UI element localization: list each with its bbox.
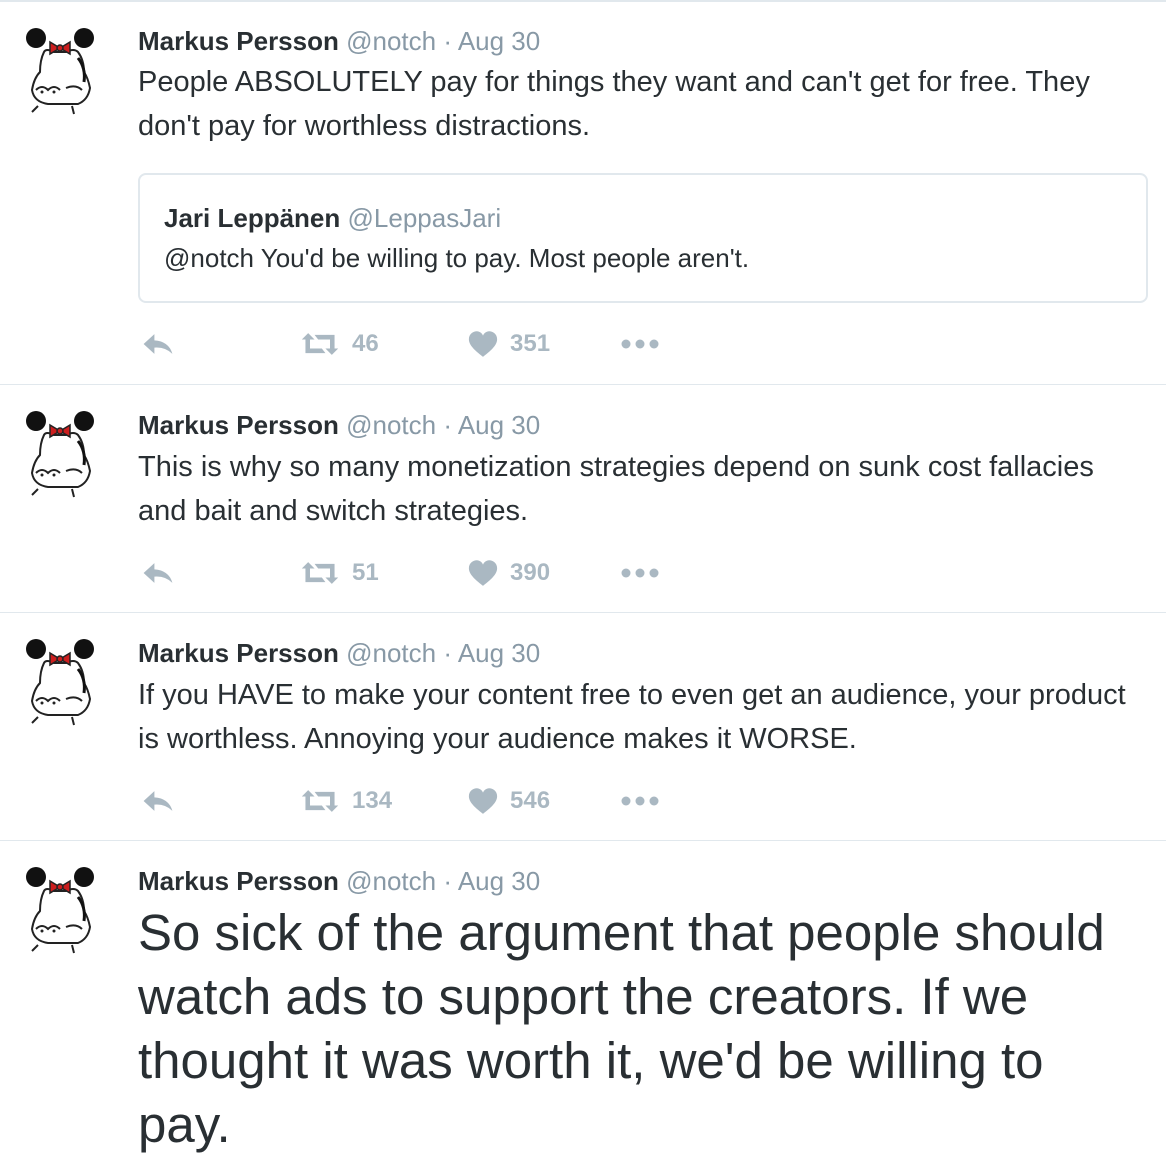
more-dots-icon [620, 566, 660, 580]
tweet-actions: 51 390 [138, 553, 738, 593]
quoted-author-name: Jari Leppänen [164, 203, 341, 233]
more-button[interactable] [620, 553, 660, 593]
tweet[interactable]: Markus Persson @notch · Aug 30 If you HA… [0, 613, 1166, 841]
author-name[interactable]: Markus Persson [138, 410, 339, 440]
like-button[interactable]: 390 [468, 553, 550, 593]
author-handle[interactable]: @notch [346, 410, 436, 440]
avatar-icon[interactable] [22, 405, 118, 501]
tweet-date[interactable]: Aug 30 [458, 638, 540, 668]
separator: · [443, 638, 453, 668]
more-button[interactable] [620, 781, 660, 821]
retweet-count: 46 [352, 330, 379, 357]
author-name[interactable]: Markus Persson [138, 26, 339, 56]
retweet-count: 134 [352, 787, 393, 814]
tweet-date[interactable]: Aug 30 [458, 866, 540, 896]
quoted-author-handle: @LeppasJari [347, 203, 502, 233]
like-count: 390 [510, 559, 551, 586]
tweet-header: Markus Persson @notch · Aug 30 [138, 638, 540, 668]
tweet-text: People ABSOLUTELY pay for things they wa… [138, 66, 1090, 142]
retweet-icon [300, 331, 340, 357]
heart-icon [468, 560, 498, 587]
retweet-button[interactable]: 51 [300, 553, 379, 593]
author-name[interactable]: Markus Persson [138, 638, 339, 668]
quoted-text: @notch You'd be willing to pay. Most peo… [164, 243, 750, 273]
avatar-icon[interactable] [22, 861, 118, 957]
retweet-button[interactable]: 134 [300, 781, 392, 821]
avatar-icon[interactable] [22, 22, 118, 118]
reply-button[interactable] [140, 324, 176, 364]
more-button[interactable] [620, 324, 660, 364]
author-handle[interactable]: @notch [346, 638, 436, 668]
heart-icon [468, 788, 498, 815]
retweet-icon [300, 560, 340, 586]
author-handle[interactable]: @notch [346, 26, 436, 56]
tweet[interactable]: Markus Persson @notch · Aug 30 So sick o… [0, 841, 1166, 1160]
tweet[interactable]: Markus Persson @notch · Aug 30 People AB… [0, 2, 1166, 385]
heart-icon [468, 331, 498, 358]
more-dots-icon [620, 337, 660, 351]
tweet-header: Markus Persson @notch · Aug 30 [138, 26, 540, 56]
quoted-tweet[interactable]: Jari Leppänen @LeppasJari @notch You'd b… [138, 173, 1148, 303]
reply-icon [140, 559, 176, 587]
tweet-actions: 134 546 [138, 781, 738, 821]
author-name[interactable]: Markus Persson [138, 866, 339, 896]
like-count: 351 [510, 330, 551, 357]
tweet[interactable]: Markus Persson @notch · Aug 30 This is w… [0, 385, 1166, 613]
retweet-button[interactable]: 46 [300, 324, 379, 364]
tweet-header: Markus Persson @notch · Aug 30 [138, 410, 540, 440]
separator: · [443, 866, 453, 896]
retweet-icon [300, 788, 340, 814]
reply-icon [140, 330, 176, 358]
tweet-date[interactable]: Aug 30 [458, 410, 540, 440]
separator: · [443, 410, 453, 440]
reply-button[interactable] [140, 781, 176, 821]
retweet-count: 51 [352, 559, 379, 586]
tweet-text: If you HAVE to make your content free to… [138, 679, 1126, 755]
separator: · [443, 26, 453, 56]
like-button[interactable]: 546 [468, 781, 550, 821]
like-count: 546 [510, 787, 551, 814]
quoted-header: Jari Leppänen @LeppasJari [164, 203, 501, 234]
avatar-icon[interactable] [22, 633, 118, 729]
tweet-text: This is why so many monetization strateg… [138, 451, 1094, 527]
more-dots-icon [620, 794, 660, 808]
reply-button[interactable] [140, 553, 176, 593]
tweet-text: So sick of the argument that people shou… [138, 904, 1105, 1153]
tweet-date[interactable]: Aug 30 [458, 26, 540, 56]
author-handle[interactable]: @notch [346, 866, 436, 896]
tweet-actions: 46 351 [138, 324, 738, 364]
tweet-header: Markus Persson @notch · Aug 30 [138, 866, 540, 896]
reply-icon [140, 787, 176, 815]
like-button[interactable]: 351 [468, 324, 550, 364]
